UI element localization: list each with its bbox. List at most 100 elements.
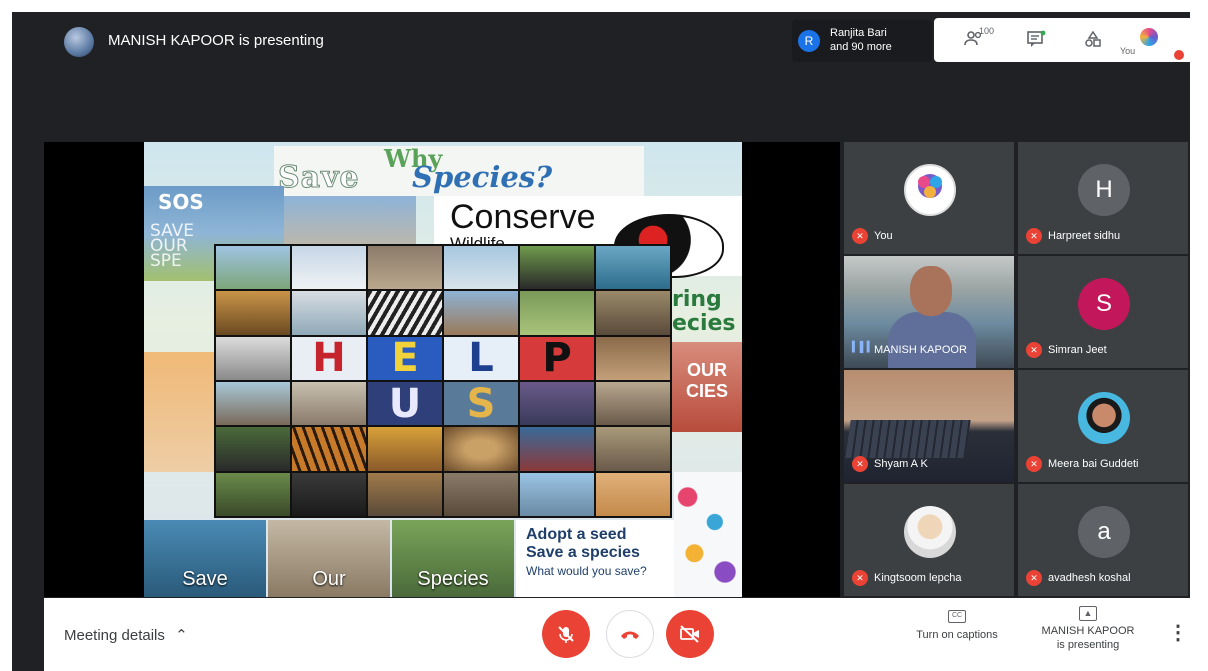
hang-up-icon [621, 631, 639, 639]
collage-tile [596, 336, 670, 380]
present-button[interactable]: ▲ MANISH KAPOOR is presenting [1030, 606, 1146, 652]
flowers-image [674, 472, 742, 597]
chevron-up-icon: ⌃ [175, 627, 188, 644]
our-species-poster: OUR CIES [672, 342, 742, 432]
speaking-icon: ▍▌▍ [852, 342, 875, 353]
participants-panel: ✕ You H ✕ Harpreet sidhu ▍▌▍ MANISH KAPO… [844, 142, 1190, 597]
participant-tile[interactable]: H ✕ Harpreet sidhu [1018, 142, 1188, 254]
participant-tile[interactable]: ▍▌▍ MANISH KAPOOR [844, 256, 1014, 368]
collage-tile [216, 291, 290, 335]
collage-tile [444, 472, 518, 516]
meeting-details-button[interactable]: Meeting details ⌃ [64, 626, 188, 644]
collage-tile [216, 246, 290, 290]
meet-window: MANISH KAPOOR is presenting R Ranjita Ba… [12, 12, 1190, 671]
present-screen-icon: ▲ [1079, 606, 1097, 621]
participant-name: MANISH KAPOOR [874, 344, 967, 356]
mic-off-icon: ✕ [852, 456, 868, 472]
presenter-avatar [64, 27, 94, 57]
self-label: You [1120, 46, 1136, 56]
participant-tile[interactable]: ✕ Meera bai Guddeti [1018, 370, 1188, 482]
mic-off-icon: ✕ [1026, 456, 1042, 472]
animal-collage-grid: H E L P U S [214, 244, 672, 518]
collage-tile [292, 472, 366, 516]
captions-label: Turn on captions [916, 629, 998, 641]
collage-tile [292, 291, 366, 335]
mic-off-icon: ✕ [1026, 570, 1042, 586]
people-pill[interactable]: R Ranjita Bari and 90 more [792, 20, 932, 62]
collage-tile [216, 381, 290, 426]
strip-label: Species [417, 568, 489, 590]
collage-tile [216, 472, 290, 516]
avatar: a [1078, 506, 1130, 558]
leave-call-button[interactable] [606, 610, 654, 658]
participant-name: avadhesh koshal [1048, 572, 1131, 584]
slide-title-species: Species? [412, 160, 553, 194]
collage-tile [444, 427, 518, 471]
collage-tile [444, 246, 518, 290]
collage-tile [368, 427, 442, 471]
collage-tile [216, 336, 290, 380]
participant-tile[interactable]: ✕ Kingtsoom lepcha [844, 484, 1014, 596]
camera-toggle-button[interactable] [666, 610, 714, 658]
hand-tree-image [144, 352, 214, 472]
participant-name: Harpreet sidhu [1048, 230, 1121, 242]
collage-tile [292, 427, 366, 471]
strip-label: Our [312, 568, 346, 590]
collage-tile [596, 291, 670, 335]
collage-tile [596, 472, 670, 516]
mic-off-icon: ✕ [852, 570, 868, 586]
participant-count: 100 [979, 26, 995, 36]
adopt-line-3: What would you save? [526, 564, 647, 578]
participant-name: Meera bai Guddeti [1048, 458, 1139, 470]
meeting-details-label: Meeting details [64, 627, 165, 644]
people-more: and 90 more [830, 41, 892, 53]
collage-tile [596, 246, 670, 290]
collage-tile [596, 427, 670, 471]
participant-tile[interactable]: ✕ Shyam A K [844, 370, 1014, 482]
saving-species-text: ring ecies [672, 287, 736, 336]
avatar [904, 164, 956, 216]
help-letter: H [292, 336, 366, 380]
avatar: R [798, 30, 820, 52]
adopt-line-2: Save a species [526, 544, 640, 561]
participant-tile[interactable]: ✕ You [844, 142, 1014, 254]
participant-name: Shyam A K [874, 458, 928, 470]
mic-off-icon [1174, 50, 1184, 60]
people-name: Ranjita Bari [830, 27, 887, 39]
microphone-toggle-button[interactable] [542, 610, 590, 658]
participant-name: Kingtsoom lepcha [874, 572, 962, 584]
avatar [1078, 392, 1130, 444]
collage-tile [520, 427, 594, 471]
mic-off-icon: ✕ [1026, 342, 1042, 358]
avatar: H [1078, 164, 1130, 216]
avatar [904, 506, 956, 558]
more-options-icon[interactable]: ⋮ [1168, 620, 1188, 645]
chat-icon[interactable] [1026, 30, 1046, 53]
collage-tile [368, 246, 442, 290]
activities-icon[interactable] [1084, 30, 1102, 53]
present-label-2: is presenting [1056, 639, 1120, 651]
collage-tile [292, 246, 366, 290]
conserve-text: Conserve [450, 198, 596, 236]
collage-tile [520, 472, 594, 516]
save-our-species-text: SAVE OUR SPE [150, 221, 195, 271]
bottom-photo-strip: Save Our Species [144, 520, 514, 597]
help-letter: P [520, 336, 594, 380]
presenter-title: MANISH KAPOOR is presenting [108, 32, 324, 49]
collage-tile [292, 381, 366, 426]
participant-name: You [874, 230, 893, 242]
collage-tile [596, 381, 670, 426]
slide-title-save: Save [278, 160, 360, 196]
presentation-area: Save Why Species? SOS SAVE OUR SPE Conse… [44, 142, 840, 597]
us-letter: U [368, 381, 442, 426]
participant-tile[interactable]: a ✕ avadhesh koshal [1018, 484, 1188, 596]
collage-tile [368, 472, 442, 516]
adopt-seed-panel: Adopt a seed Save a species What would y… [516, 520, 674, 597]
captions-button[interactable]: CC Turn on captions [902, 608, 1012, 641]
collage-tile [368, 291, 442, 335]
participant-tile[interactable]: S ✕ Simran Jeet [1018, 256, 1188, 368]
mic-off-icon: ✕ [852, 228, 868, 244]
mic-off-icon [558, 626, 574, 643]
help-letter: L [444, 336, 518, 380]
mic-off-icon: ✕ [1026, 228, 1042, 244]
